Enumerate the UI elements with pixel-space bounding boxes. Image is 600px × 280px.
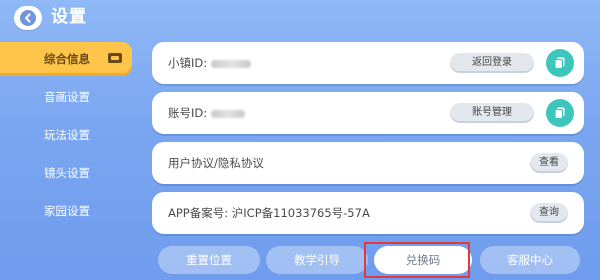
copy-icon [554, 57, 565, 70]
sidebar-item-label: 音画设置 [44, 90, 90, 104]
sidebar-item-home[interactable]: 家园设置 [0, 194, 132, 228]
sidebar: 综合信息 音画设置 玩法设置 镜头设置 家园设置 [0, 38, 136, 280]
return-login-button[interactable]: 返回登录 [450, 53, 534, 73]
sidebar-item-audio-video[interactable]: 音画设置 [0, 80, 132, 114]
sidebar-item-general-info[interactable]: 综合信息 [0, 42, 132, 76]
copy-town-id-button[interactable] [546, 49, 574, 77]
tutorial-guide-button[interactable]: 教学引导 [266, 246, 368, 274]
user-agreement-row: 用户协议/隐私协议 查看 [152, 142, 584, 184]
sidebar-item-label: 镜头设置 [44, 166, 90, 180]
redacted-value [211, 59, 252, 68]
app-record-row: APP备案号: 沪ICP备11033765号-57A 查询 [152, 192, 584, 234]
header: 设置 [0, 0, 600, 36]
sidebar-item-label: 玩法设置 [44, 128, 90, 142]
sidebar-item-camera[interactable]: 镜头设置 [0, 156, 132, 190]
copy-account-id-button[interactable] [546, 99, 574, 127]
back-arrow-icon [20, 10, 36, 26]
redacted-value [211, 109, 246, 118]
user-agreement-label: 用户协议/隐私协议 [168, 156, 264, 170]
query-record-button[interactable]: 查询 [530, 203, 568, 223]
highlight-box [364, 242, 470, 278]
town-id-label: 小镇ID: [168, 55, 252, 71]
view-agreement-button[interactable]: 查看 [530, 153, 568, 173]
customer-service-button[interactable]: 客服中心 [480, 246, 580, 274]
app-record-label: APP备案号: 沪ICP备11033765号-57A [168, 206, 370, 220]
id-card-icon [108, 53, 122, 63]
town-id-row: 小镇ID: 返回登录 [152, 42, 584, 84]
sidebar-item-gameplay[interactable]: 玩法设置 [0, 118, 132, 152]
page-title: 设置 [51, 7, 87, 27]
account-management-button[interactable]: 账号管理 [450, 103, 534, 123]
sidebar-item-label: 家园设置 [44, 204, 90, 218]
account-id-label: 账号ID: [168, 105, 246, 121]
sidebar-item-label: 综合信息 [44, 52, 90, 66]
back-button[interactable] [14, 6, 42, 30]
copy-icon [554, 107, 565, 120]
reset-position-button[interactable]: 重置位置 [158, 246, 260, 274]
account-id-row: 账号ID: 账号管理 [152, 92, 584, 134]
